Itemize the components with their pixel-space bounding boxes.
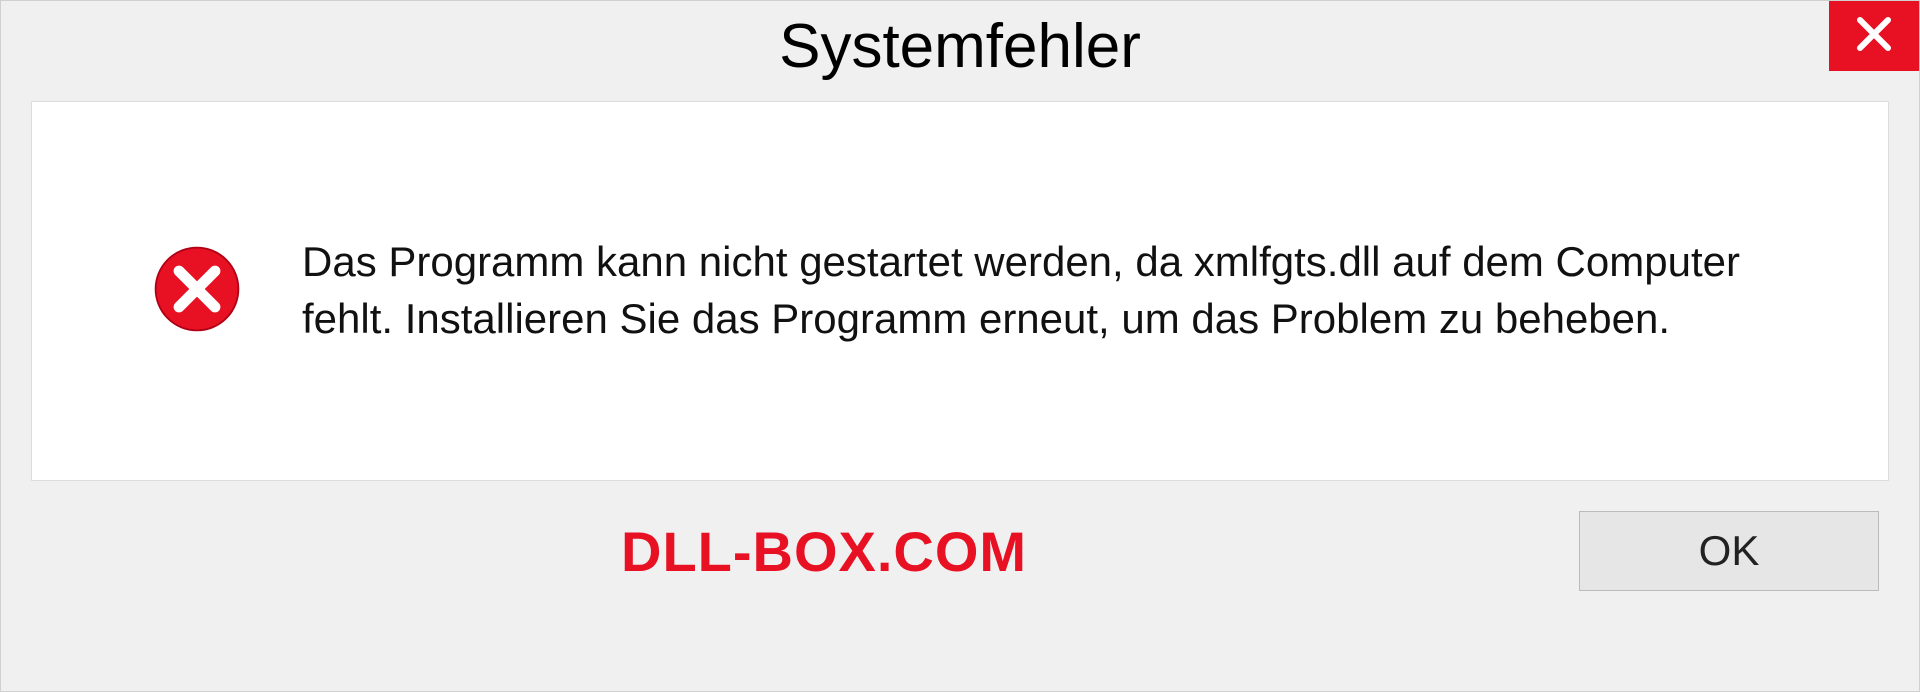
close-icon bbox=[1854, 14, 1894, 59]
ok-button[interactable]: OK bbox=[1579, 511, 1879, 591]
error-message: Das Programm kann nicht gestartet werden… bbox=[302, 234, 1828, 347]
close-button[interactable] bbox=[1829, 1, 1919, 71]
dialog-footer: DLL-BOX.COM OK bbox=[1, 511, 1919, 641]
title-bar: Systemfehler bbox=[1, 1, 1919, 91]
error-icon bbox=[152, 244, 242, 339]
dialog-title: Systemfehler bbox=[779, 11, 1141, 82]
watermark-text: DLL-BOX.COM bbox=[621, 519, 1027, 584]
message-panel: Das Programm kann nicht gestartet werden… bbox=[31, 101, 1889, 481]
error-dialog: Systemfehler Das Programm kann nicht ges… bbox=[0, 0, 1920, 692]
